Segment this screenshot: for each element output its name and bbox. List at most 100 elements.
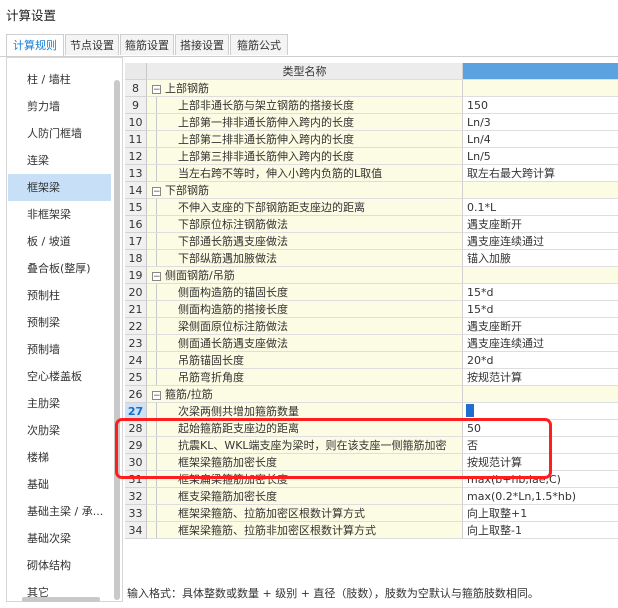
sidebar-scrollbar[interactable] bbox=[114, 62, 120, 600]
table-row[interactable]: 12 上部第三排非通长筋伸入跨内的长度 Ln/5 bbox=[125, 148, 618, 165]
table-row[interactable]: 13 当左右跨不等时，伸入小跨内负筋的L取值 取左右最大跨计算 bbox=[125, 165, 618, 182]
setting-value-cell[interactable]: Ln/5 bbox=[463, 148, 618, 165]
sidebar-item[interactable]: 非框架梁 bbox=[8, 201, 111, 228]
sidebar-item-selected[interactable]: 框架梁 bbox=[8, 174, 111, 201]
sidebar-scroll-thumb[interactable] bbox=[114, 80, 120, 600]
setting-name: 下部纵筋遇加腋做法 bbox=[178, 252, 277, 265]
setting-name: 框架梁箍筋、拉筋加密区根数计算方式 bbox=[178, 507, 365, 520]
group-label: 箍筋/拉筋 bbox=[165, 388, 213, 401]
table-row[interactable]: 34 框架梁箍筋、拉筋非加密区根数计算方式 向上取整-1 bbox=[125, 522, 618, 539]
horizontal-scrollbar[interactable] bbox=[22, 597, 100, 602]
setting-name-cell: 不伸入支座的下部钢筋距支座边的距离 bbox=[147, 199, 463, 216]
table-group-row[interactable]: 14− 下部钢筋 bbox=[125, 182, 618, 199]
row-number: 33 bbox=[125, 505, 147, 522]
group-name-cell: − 侧面钢筋/吊筋 bbox=[147, 267, 463, 284]
window-title: 计算设置 bbox=[6, 8, 57, 23]
table-row[interactable]: 33 框架梁箍筋、拉筋加密区根数计算方式 向上取整+1 bbox=[125, 505, 618, 522]
group-name-cell: − 箍筋/拉筋 bbox=[147, 386, 463, 403]
sidebar-item[interactable]: 剪力墙 bbox=[8, 93, 111, 120]
tab-node-settings[interactable]: 节点设置 bbox=[65, 34, 119, 55]
sidebar-item[interactable]: 楼梯 bbox=[8, 444, 111, 471]
table-row[interactable]: 11 上部第二排非通长筋伸入跨内的长度 Ln/4 bbox=[125, 131, 618, 148]
sidebar-item[interactable]: 人防门框墙 bbox=[8, 120, 111, 147]
sidebar-item[interactable]: 柱 / 墙柱 bbox=[8, 66, 111, 93]
table-row[interactable]: 23 侧面通长筋遇支座做法 遇支座连续通过 bbox=[125, 335, 618, 352]
collapse-icon[interactable]: − bbox=[152, 186, 161, 196]
setting-value-cell[interactable]: 20*d bbox=[463, 352, 618, 369]
sidebar-item[interactable]: 预制墙 bbox=[8, 336, 111, 363]
table-row[interactable]: 16 下部原位标注钢筋做法 遇支座断开 bbox=[125, 216, 618, 233]
row-number: 9 bbox=[125, 97, 147, 114]
sidebar-item[interactable]: 砌体结构 bbox=[8, 552, 111, 579]
setting-value-cell[interactable]: 遇支座连续通过 bbox=[463, 233, 618, 250]
sidebar-item[interactable]: 基础次梁 bbox=[8, 525, 111, 552]
setting-value-cell[interactable]: 向上取整-1 bbox=[463, 522, 618, 539]
collapse-icon[interactable]: − bbox=[152, 84, 161, 94]
table-row[interactable]: 20 侧面构造筋的锚固长度 15*d bbox=[125, 284, 618, 301]
setting-name: 上部第一排非通长筋伸入跨内的长度 bbox=[178, 116, 354, 129]
setting-name-cell: 梁侧面原位标注筋做法 bbox=[147, 318, 463, 335]
table-row[interactable]: 10 上部第一排非通长筋伸入跨内的长度 Ln/3 bbox=[125, 114, 618, 131]
table-row[interactable]: 25 吊筋弯折角度 按规范计算 bbox=[125, 369, 618, 386]
header-value-cell bbox=[463, 63, 618, 80]
sidebar-item[interactable]: 基础 bbox=[8, 471, 111, 498]
setting-value-cell[interactable]: 锚入加腋 bbox=[463, 250, 618, 267]
sidebar-item[interactable]: 空心楼盖板 bbox=[8, 363, 111, 390]
table-row[interactable]: 32 框支梁箍筋加密长度 max(0.2*Ln,1.5*hb) bbox=[125, 488, 618, 505]
setting-value-cell[interactable]: 遇支座断开 bbox=[463, 318, 618, 335]
table-row[interactable]: 22 梁侧面原位标注筋做法 遇支座断开 bbox=[125, 318, 618, 335]
tree-line bbox=[156, 284, 157, 300]
setting-value-cell[interactable]: 按规范计算 bbox=[463, 369, 618, 386]
setting-value-cell[interactable]: max(0.2*Ln,1.5*hb) bbox=[463, 488, 618, 505]
tab-calc-rules[interactable]: 计算规则 bbox=[6, 34, 64, 56]
table-row[interactable]: 18 下部纵筋遇加腋做法 锚入加腋 bbox=[125, 250, 618, 267]
row-number: 8 bbox=[125, 80, 147, 97]
setting-name: 不伸入支座的下部钢筋距支座边的距离 bbox=[178, 201, 365, 214]
setting-value-cell[interactable]: 取左右最大跨计算 bbox=[463, 165, 618, 182]
row-number: 12 bbox=[125, 148, 147, 165]
sidebar-item[interactable]: 预制柱 bbox=[8, 282, 111, 309]
setting-value-cell[interactable]: 遇支座断开 bbox=[463, 216, 618, 233]
sidebar-item[interactable]: 基础主梁 / 承... bbox=[8, 498, 111, 525]
row-number: 25 bbox=[125, 369, 147, 386]
row-number: 26 bbox=[125, 386, 147, 403]
setting-value-cell[interactable]: 向上取整+1 bbox=[463, 505, 618, 522]
group-label: 下部钢筋 bbox=[165, 184, 209, 197]
collapse-icon[interactable]: − bbox=[152, 271, 161, 281]
setting-value-cell[interactable]: 15*d bbox=[463, 301, 618, 318]
tree-line bbox=[156, 250, 157, 266]
sidebar-item[interactable]: 主肋梁 bbox=[8, 390, 111, 417]
table-row[interactable]: 15 不伸入支座的下部钢筋距支座边的距离 0.1*L bbox=[125, 199, 618, 216]
table-group-row[interactable]: 26− 箍筋/拉筋 bbox=[125, 386, 618, 403]
setting-name: 下部通长筋遇支座做法 bbox=[178, 235, 288, 248]
table-row[interactable]: 21 侧面构造筋的搭接长度 15*d bbox=[125, 301, 618, 318]
sidebar-item[interactable]: 预制梁 bbox=[8, 309, 111, 336]
setting-value-cell[interactable]: Ln/3 bbox=[463, 114, 618, 131]
sidebar-item[interactable]: 叠合板(整厚) bbox=[8, 255, 111, 282]
setting-name-cell: 框支梁箍筋加密长度 bbox=[147, 488, 463, 505]
setting-value-cell[interactable]: 遇支座连续通过 bbox=[463, 335, 618, 352]
table-row[interactable]: 24 吊筋锚固长度 20*d bbox=[125, 352, 618, 369]
table-row[interactable]: 17 下部通长筋遇支座做法 遇支座连续通过 bbox=[125, 233, 618, 250]
setting-value-cell[interactable]: 0.1*L bbox=[463, 199, 618, 216]
table-group-row[interactable]: 8− 上部钢筋 bbox=[125, 80, 618, 97]
setting-name: 侧面构造筋的搭接长度 bbox=[178, 303, 288, 316]
setting-value-cell[interactable]: Ln/4 bbox=[463, 131, 618, 148]
setting-name-cell: 侧面构造筋的搭接长度 bbox=[147, 301, 463, 318]
tree-line bbox=[156, 522, 157, 538]
tree-line bbox=[156, 114, 157, 130]
setting-value-cell bbox=[463, 267, 618, 284]
setting-value-cell[interactable]: 15*d bbox=[463, 284, 618, 301]
table-row[interactable]: 9 上部非通长筋与架立钢筋的搭接长度 150 bbox=[125, 97, 618, 114]
sidebar-item[interactable]: 板 / 坡道 bbox=[8, 228, 111, 255]
tab-lap-settings[interactable]: 搭接设置 bbox=[175, 34, 229, 55]
table-group-row[interactable]: 19− 侧面钢筋/吊筋 bbox=[125, 267, 618, 284]
tab-stirrup-settings[interactable]: 箍筋设置 bbox=[120, 34, 174, 55]
collapse-icon[interactable]: − bbox=[152, 390, 161, 400]
setting-name: 侧面通长筋遇支座做法 bbox=[178, 337, 288, 350]
tab-stirrup-formula[interactable]: 箍筋公式 bbox=[230, 34, 288, 55]
sidebar-item[interactable]: 次肋梁 bbox=[8, 417, 111, 444]
setting-value-cell[interactable]: 150 bbox=[463, 97, 618, 114]
sidebar-item[interactable]: 连梁 bbox=[8, 147, 111, 174]
tree-line bbox=[156, 97, 157, 113]
